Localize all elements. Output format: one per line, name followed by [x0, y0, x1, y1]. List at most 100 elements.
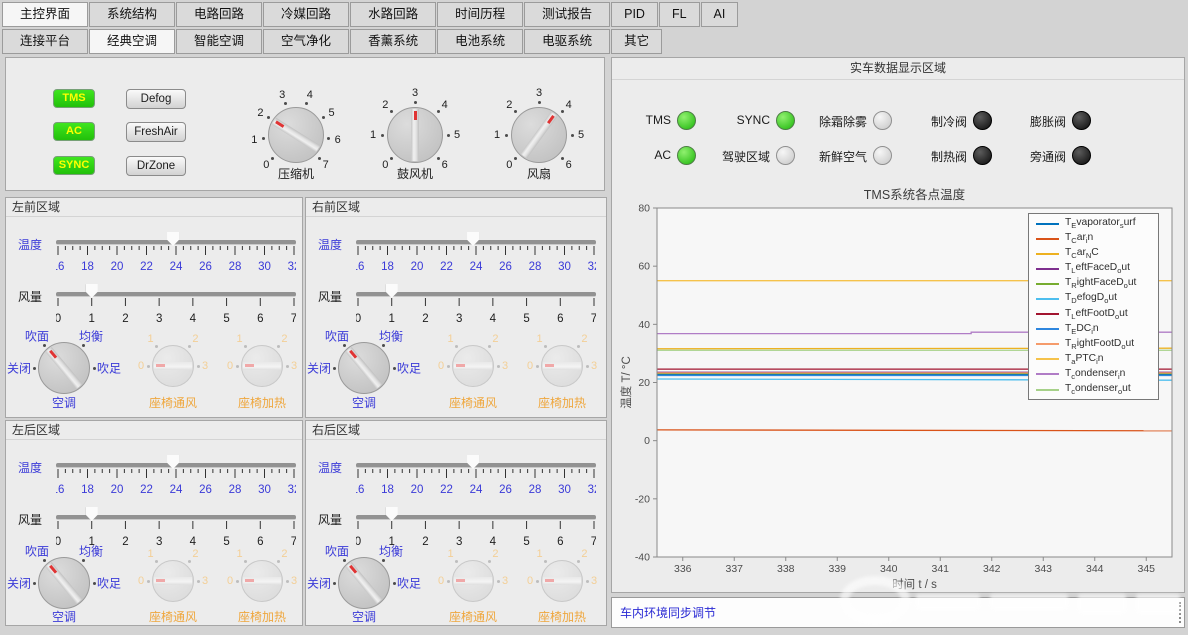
blower-knob[interactable] — [387, 107, 443, 163]
legend-series-label: TLeftFaceDout — [1065, 262, 1130, 275]
front-left-mode-knob[interactable] — [38, 342, 90, 394]
front-left-seat-heat-knob[interactable] — [241, 345, 283, 387]
svg-text:2: 2 — [122, 536, 128, 548]
rear-right-mode-knob[interactable] — [338, 557, 390, 609]
tab-pid[interactable]: PID — [611, 2, 658, 27]
freshair-button[interactable]: FreshAir — [126, 122, 186, 142]
legend-series-label: TEDCin — [1065, 323, 1099, 336]
front-right-seat-vent-knob[interactable] — [452, 345, 494, 387]
tab-water-loop[interactable]: 水路回路 — [350, 2, 436, 27]
blower-knob-indicator — [414, 111, 417, 120]
tab-ai[interactable]: AI — [701, 2, 739, 27]
rear-right-seat-vent-knob-scale-label: 3 — [502, 575, 508, 587]
tab-battery-system[interactable]: 电池系统 — [437, 29, 523, 54]
fan-knob[interactable] — [511, 107, 567, 163]
svg-text:0: 0 — [56, 536, 61, 548]
legend-line-swatch — [1036, 253, 1059, 255]
svg-text:22: 22 — [440, 261, 453, 273]
tab-fl[interactable]: FL — [659, 2, 700, 27]
legend-line-swatch — [1036, 238, 1059, 240]
legend-series-label: TLeftFootDout — [1065, 308, 1128, 321]
tab-classic-ac[interactable]: 经典空调 — [89, 29, 175, 54]
tms-toggle-button[interactable]: TMS — [53, 89, 95, 108]
svg-text:28: 28 — [229, 484, 242, 496]
rear-right-seat-vent-knob-tick-dot — [447, 580, 450, 583]
front-right-seat-heat-knob-tick-dot — [536, 365, 539, 368]
compressor-knob-scale-label: 1 — [251, 134, 257, 146]
svg-text:20: 20 — [411, 261, 424, 273]
tab-smart-ac[interactable]: 智能空调 — [176, 29, 262, 54]
tab-system-structure[interactable]: 系统结构 — [89, 2, 175, 27]
rear-right-seat-vent-knob[interactable] — [452, 560, 494, 602]
tab-fragrance-system[interactable]: 香薰系统 — [350, 29, 436, 54]
front-right-mode-knob[interactable] — [338, 342, 390, 394]
tab-others[interactable]: 其它 — [611, 29, 662, 54]
svg-text:3: 3 — [156, 536, 162, 548]
svg-text:26: 26 — [499, 484, 512, 496]
front-left-seat-vent-knob[interactable] — [152, 345, 194, 387]
drzone-button[interactable]: DrZone — [126, 156, 186, 176]
rear-left-seat-heat-knob-caption: 座椅加热 — [217, 608, 307, 625]
compressor-knob-scale-label: 4 — [307, 89, 313, 101]
blower-knob-tick-dot — [381, 134, 384, 137]
fan-knob-tick-dot — [505, 134, 508, 137]
tab-circuit-loop[interactable]: 电路回路 — [176, 2, 262, 27]
tab-main-screen[interactable]: 主控界面 — [2, 2, 88, 27]
indicator-label-cooling-valve: 制冷阀 — [861, 113, 967, 130]
front-left-temp-slider-ruler: 161820222426283032 — [56, 246, 296, 274]
front-left-fan-slider-ruler: 01234567 — [56, 298, 296, 326]
svg-text:6: 6 — [557, 313, 563, 325]
tab-test-report[interactable]: 测试报告 — [524, 2, 610, 27]
hvac-master-controls-panel: TMS AC SYNC Defog FreshAir DrZone 012345… — [5, 57, 605, 191]
legend-series-label: TRightFaceDout — [1065, 277, 1136, 290]
rear-left-seat-vent-knob-pointer — [153, 561, 193, 601]
ac-toggle-button[interactable]: AC — [53, 122, 95, 141]
status-message-box[interactable]: 车内环境同步调节 — [611, 597, 1185, 628]
svg-text:18: 18 — [381, 484, 394, 496]
fan-knob-scale-label: 1 — [494, 129, 500, 141]
tab-edrive-system[interactable]: 电驱系统 — [524, 29, 610, 54]
legend-series-label: TDefogDout — [1065, 292, 1117, 305]
rear-right-mode-knob-scale-label: 关闭 — [307, 575, 331, 592]
blower-knob-scale-label: 3 — [412, 87, 418, 99]
compressor-knob-scale-label: 3 — [279, 89, 285, 101]
tab-time-history[interactable]: 时间历程 — [437, 2, 523, 27]
legend-item: Tcondenserin — [1029, 367, 1158, 382]
svg-text:5: 5 — [523, 313, 529, 325]
legend-item: TRightFaceDout — [1029, 276, 1158, 291]
front-left-mode-knob-tick-dot — [93, 367, 96, 370]
rear-left-seat-vent-knob-caption: 座椅通风 — [128, 608, 218, 625]
compressor-knob[interactable] — [268, 107, 324, 163]
rear-left-seat-heat-knob[interactable] — [241, 560, 283, 602]
zone-panel-rear-right: 右后区域 温度161820222426283032风量01234567关闭吹面均… — [305, 420, 607, 626]
svg-text:0: 0 — [644, 435, 650, 447]
rear-right-seat-heat-knob-indicator — [545, 580, 554, 583]
rear-left-mode-knob[interactable] — [38, 557, 90, 609]
rear-left-seat-vent-knob-scale-label: 2 — [192, 548, 198, 560]
tab-refrigerant-loop[interactable]: 冷媒回路 — [263, 2, 349, 27]
rear-right-seat-heat-knob[interactable] — [541, 560, 583, 602]
svg-text:16: 16 — [356, 484, 364, 496]
front-right-seat-heat-knob-scale-label: 1 — [536, 333, 542, 345]
defog-button[interactable]: Defog — [126, 89, 186, 109]
textbox-resize-handle[interactable] — [1176, 602, 1181, 623]
front-right-seat-heat-knob-indicator — [545, 365, 554, 368]
tab-air-purify[interactable]: 空气净化 — [263, 29, 349, 54]
svg-text:60: 60 — [638, 261, 650, 273]
svg-text:1: 1 — [389, 313, 395, 325]
zone-title: 左前区域 — [6, 198, 302, 217]
tab-connect-platform[interactable]: 连接平台 — [2, 29, 88, 54]
sync-toggle-button[interactable]: SYNC — [53, 156, 95, 175]
svg-text:4: 4 — [190, 536, 197, 548]
legend-item: TCarin — [1029, 231, 1158, 246]
legend-series-label: TaPTCin — [1065, 353, 1103, 366]
fan-knob-tick-dot — [561, 157, 564, 160]
legend-series-label: TEvaporatorsurf — [1065, 217, 1136, 230]
tab-bar-main: 主控界面系统结构电路回路冷媒回路水路回路时间历程测试报告PIDFLAI — [2, 2, 739, 27]
rear-right-seat-heat-knob-caption: 座椅加热 — [517, 608, 607, 625]
front-right-seat-heat-knob[interactable] — [541, 345, 583, 387]
blower-knob-caption: 鼓风机 — [370, 165, 460, 182]
rear-right-seat-heat-knob-pointer — [542, 561, 582, 601]
compressor-knob-tick-dot — [267, 116, 270, 119]
rear-left-seat-vent-knob[interactable] — [152, 560, 194, 602]
